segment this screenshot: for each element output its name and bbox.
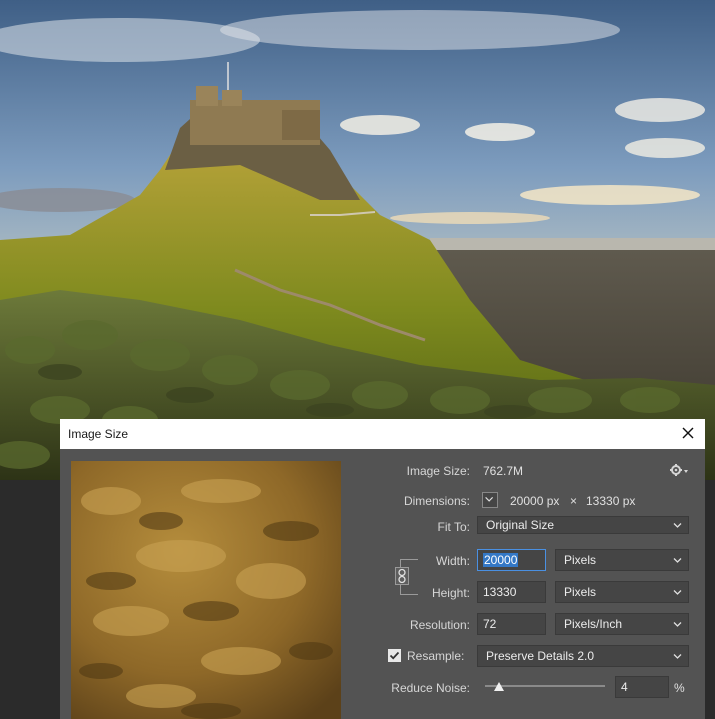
dialog-title: Image Size (68, 427, 129, 441)
height-unit-dropdown[interactable]: Pixels (555, 581, 689, 603)
image-size-dialog: Image Size Image Size: 762.7M Dimensions… (60, 419, 705, 719)
resample-label[interactable]: Resample: (407, 649, 464, 663)
chevron-down-icon (673, 558, 682, 563)
resolution-input[interactable]: 72 (477, 613, 546, 635)
resolution-unit-dropdown[interactable]: Pixels/Inch (555, 613, 689, 635)
width-value: 20000 (483, 553, 519, 567)
resolution-unit: Pixels/Inch (564, 617, 623, 631)
dimensions-times: × (570, 494, 578, 508)
dimensions-width: 20000 px (510, 494, 560, 508)
reduce-noise-slider[interactable] (485, 679, 605, 693)
dimensions-height: 13330 px (586, 494, 636, 508)
width-input[interactable]: 20000 (477, 549, 546, 571)
chevron-down-icon (673, 590, 682, 595)
dimensions-label: Dimensions: (403, 494, 470, 508)
fit-to-value: Original Size (486, 518, 555, 532)
fit-to-label: Fit To: (437, 520, 470, 534)
height-value: 13330 (483, 585, 517, 599)
resample-dropdown[interactable]: Preserve Details 2.0 (477, 645, 689, 667)
dialog-titlebar: Image Size (60, 419, 705, 449)
reduce-noise-unit: % (674, 681, 685, 695)
height-unit: Pixels (564, 585, 597, 599)
resolution-label: Resolution: (409, 618, 470, 632)
gear-icon[interactable] (669, 463, 689, 477)
chevron-down-icon (485, 496, 494, 502)
fit-to-dropdown[interactable]: Original Size (477, 516, 689, 534)
width-unit: Pixels (564, 553, 597, 567)
background-photo (0, 0, 715, 480)
resample-value: Preserve Details 2.0 (486, 649, 595, 663)
resolution-value: 72 (483, 617, 497, 631)
dimensions-toggle[interactable] (482, 492, 498, 508)
chevron-down-icon (673, 622, 682, 627)
reduce-noise-label: Reduce Noise: (391, 681, 470, 695)
image-size-value: 762.7M (483, 464, 524, 478)
image-preview[interactable] (71, 461, 341, 719)
image-size-label: Image Size: (406, 464, 470, 478)
width-unit-dropdown[interactable]: Pixels (555, 549, 689, 571)
slider-thumb[interactable] (493, 682, 504, 691)
reduce-noise-value: 4 (621, 680, 628, 694)
photoshop-canvas: Image Size Image Size: 762.7M Dimensions… (0, 0, 715, 719)
height-input[interactable]: 13330 (477, 581, 546, 603)
height-label: Height: (431, 586, 470, 600)
width-label: Width: (435, 554, 470, 568)
checkbox-icon[interactable] (388, 649, 401, 662)
chevron-down-icon (673, 523, 682, 528)
close-icon[interactable] (679, 424, 697, 442)
chevron-down-icon (673, 654, 682, 659)
reduce-noise-input[interactable]: 4 (615, 676, 669, 698)
chain-link-icon[interactable] (395, 567, 409, 585)
